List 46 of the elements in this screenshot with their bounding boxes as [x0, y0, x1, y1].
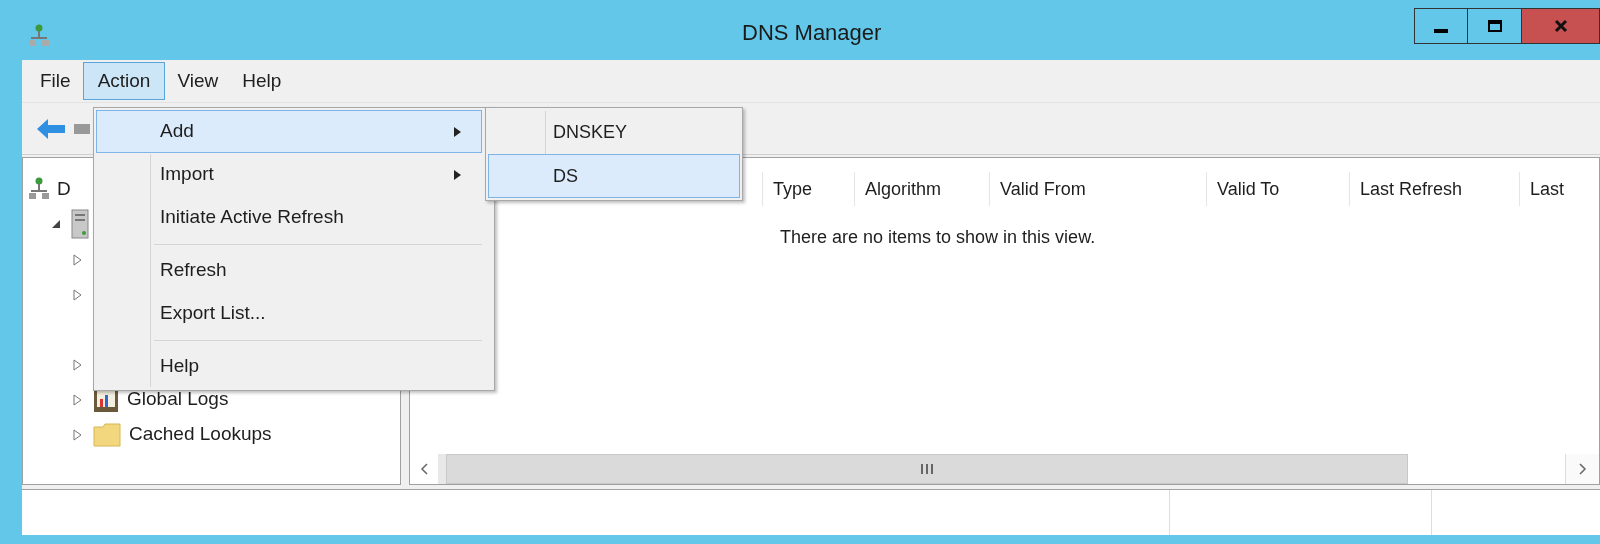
column-header[interactable]: Last Refresh	[1349, 172, 1519, 206]
menu-option[interactable]: Help	[96, 345, 482, 388]
column-header[interactable]: Type	[762, 172, 854, 206]
collapsed-arrow-icon[interactable]	[73, 428, 83, 441]
minimize-button[interactable]	[1414, 8, 1468, 44]
scroll-right-button[interactable]	[1565, 454, 1599, 484]
chevron-right-icon	[1578, 463, 1587, 475]
maximize-icon	[1487, 20, 1502, 32]
maximize-button[interactable]	[1468, 8, 1522, 44]
network-icon	[29, 177, 49, 201]
submenu-option[interactable]: DNSKEY	[488, 110, 740, 154]
menu-option[interactable]: Refresh	[96, 249, 482, 292]
menu-option[interactable]: Import	[96, 153, 482, 196]
column-header[interactable]: Algorithm	[854, 172, 989, 206]
submenu-option[interactable]: DS	[488, 154, 740, 198]
menu-option[interactable]: Add	[96, 110, 482, 153]
dns-icon	[28, 24, 50, 48]
chevron-left-icon	[420, 463, 428, 475]
window-title: DNS Manager	[742, 19, 882, 47]
toolbar-icon[interactable]	[74, 123, 90, 134]
menu-item[interactable]: File	[28, 62, 83, 100]
collapsed-arrow-icon[interactable]	[73, 393, 83, 406]
empty-message: There are no items to show in this view.	[780, 226, 1096, 249]
collapsed-arrow-icon[interactable]	[73, 288, 83, 301]
tree-item[interactable]: Cached Lookups	[129, 420, 272, 449]
scrollbar-thumb[interactable]	[446, 454, 1408, 484]
collapsed-arrow-icon[interactable]	[73, 253, 83, 266]
expanded-arrow-icon[interactable]	[51, 219, 61, 229]
back-arrow-icon[interactable]	[36, 117, 66, 140]
close-icon	[1553, 19, 1568, 33]
menu-item[interactable]: Help	[230, 62, 294, 100]
grip-icon	[920, 463, 934, 475]
folder-icon	[93, 422, 121, 447]
minimize-icon	[1434, 29, 1448, 33]
menu-item[interactable]: Action	[82, 62, 166, 100]
menu-option[interactable]: Initiate Active Refresh	[96, 196, 482, 239]
server-icon	[71, 209, 89, 239]
column-header[interactable]: Valid From	[989, 172, 1206, 206]
collapsed-arrow-icon[interactable]	[73, 358, 83, 371]
scroll-left-button[interactable]	[410, 454, 438, 484]
column-header[interactable]: Valid To	[1206, 172, 1349, 206]
menu-item[interactable]: View	[165, 62, 231, 100]
column-header[interactable]: Last	[1519, 172, 1599, 206]
menu-option[interactable]: Export List...	[96, 292, 482, 335]
tree-item[interactable]: D	[57, 174, 71, 204]
horizontal-scrollbar[interactable]	[410, 454, 1599, 484]
